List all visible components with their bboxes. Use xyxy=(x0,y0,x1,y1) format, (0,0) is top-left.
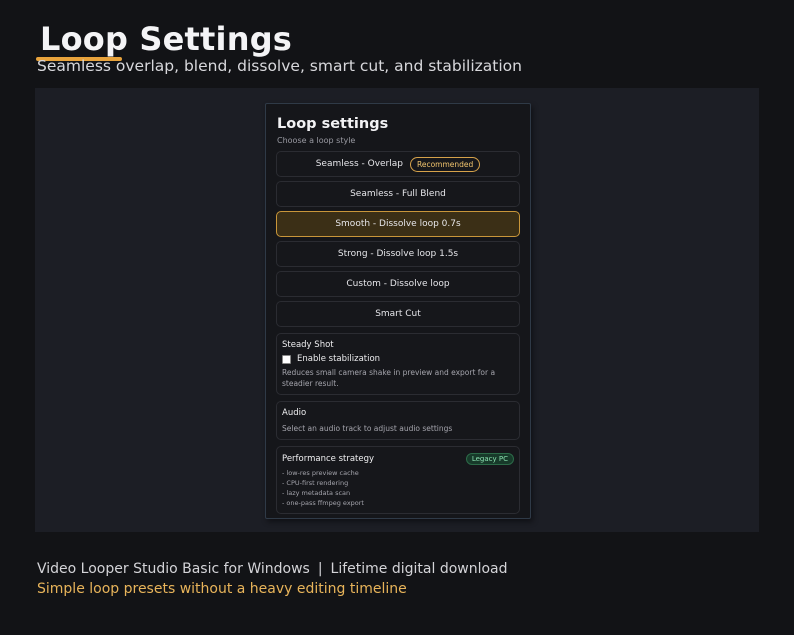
panel-title: Loop settings xyxy=(277,116,389,132)
steady-shot-card: Steady Shot Enable stabilization Reduces… xyxy=(276,333,520,395)
option-smart-cut[interactable]: Smart Cut xyxy=(276,301,520,327)
product-tagline: Simple loop presets without a heavy edit… xyxy=(37,581,407,597)
option-label: Custom - Dissolve loop xyxy=(346,279,450,289)
performance-header: Performance strategy Legacy PC xyxy=(282,453,514,465)
performance-item: - CPU-first rendering xyxy=(282,479,349,487)
option-strong-dissolve[interactable]: Strong - Dissolve loop 1.5s xyxy=(276,241,520,267)
product-name: Video Looper Studio Basic for Windows xyxy=(37,561,310,577)
option-smooth-dissolve[interactable]: Smooth - Dissolve loop 0.7s xyxy=(276,211,520,237)
loop-settings-panel: Loop settings Choose a loop style Seamle… xyxy=(265,103,531,519)
separator: | xyxy=(317,561,323,577)
option-label: Smart Cut xyxy=(375,309,421,319)
panel-hint: Choose a loop style xyxy=(277,136,356,145)
audio-description: Select an audio track to adjust audio se… xyxy=(282,424,453,433)
option-label: Smooth - Dissolve loop 0.7s xyxy=(335,219,461,229)
option-label: Strong - Dissolve loop 1.5s xyxy=(337,249,459,259)
option-seamless-overlap[interactable]: Seamless - Overlap Recommended xyxy=(276,151,520,177)
option-label: Seamless - Full Blend xyxy=(350,189,446,199)
loop-style-list: Seamless - Overlap Recommended Seamless … xyxy=(276,151,520,327)
steady-shot-description: Reduces small camera shake in preview an… xyxy=(282,368,496,388)
product-line: Video Looper Studio Basic for Windows | Li… xyxy=(37,561,508,577)
performance-title: Performance strategy xyxy=(282,454,375,464)
option-seamless-full-blend[interactable]: Seamless - Full Blend xyxy=(276,181,520,207)
license-text: Lifetime digital download xyxy=(330,561,508,577)
performance-item: - low-res preview cache xyxy=(282,469,359,477)
recommended-badge: Recommended xyxy=(409,156,481,172)
page-title: Loop Settings xyxy=(40,20,293,58)
steady-shot-title: Steady Shot xyxy=(282,340,334,350)
stabilization-checkbox[interactable] xyxy=(282,354,291,364)
option-custom-dissolve[interactable]: Custom - Dissolve loop xyxy=(276,271,520,297)
stabilization-label[interactable]: Enable stabilization xyxy=(297,354,380,364)
option-label: Seamless - Overlap xyxy=(315,159,403,169)
audio-card[interactable]: Audio Select an audio track to adjust au… xyxy=(276,401,520,440)
stabilization-row: Enable stabilization xyxy=(282,354,514,364)
performance-card: Performance strategy Legacy PC - low-res… xyxy=(276,446,520,514)
page-subtitle: Seamless overlap, blend, dissolve, smart… xyxy=(37,57,522,75)
performance-list: - low-res preview cache - CPU-first rend… xyxy=(282,468,514,508)
legacy-pc-badge: Legacy PC xyxy=(465,453,514,465)
performance-item: - lazy metadata scan xyxy=(282,489,351,497)
audio-title: Audio xyxy=(282,408,307,418)
performance-item: - one-pass ffmpeg export xyxy=(282,499,364,507)
page: Loop Settings Seamless overlap, blend, d… xyxy=(0,0,794,635)
